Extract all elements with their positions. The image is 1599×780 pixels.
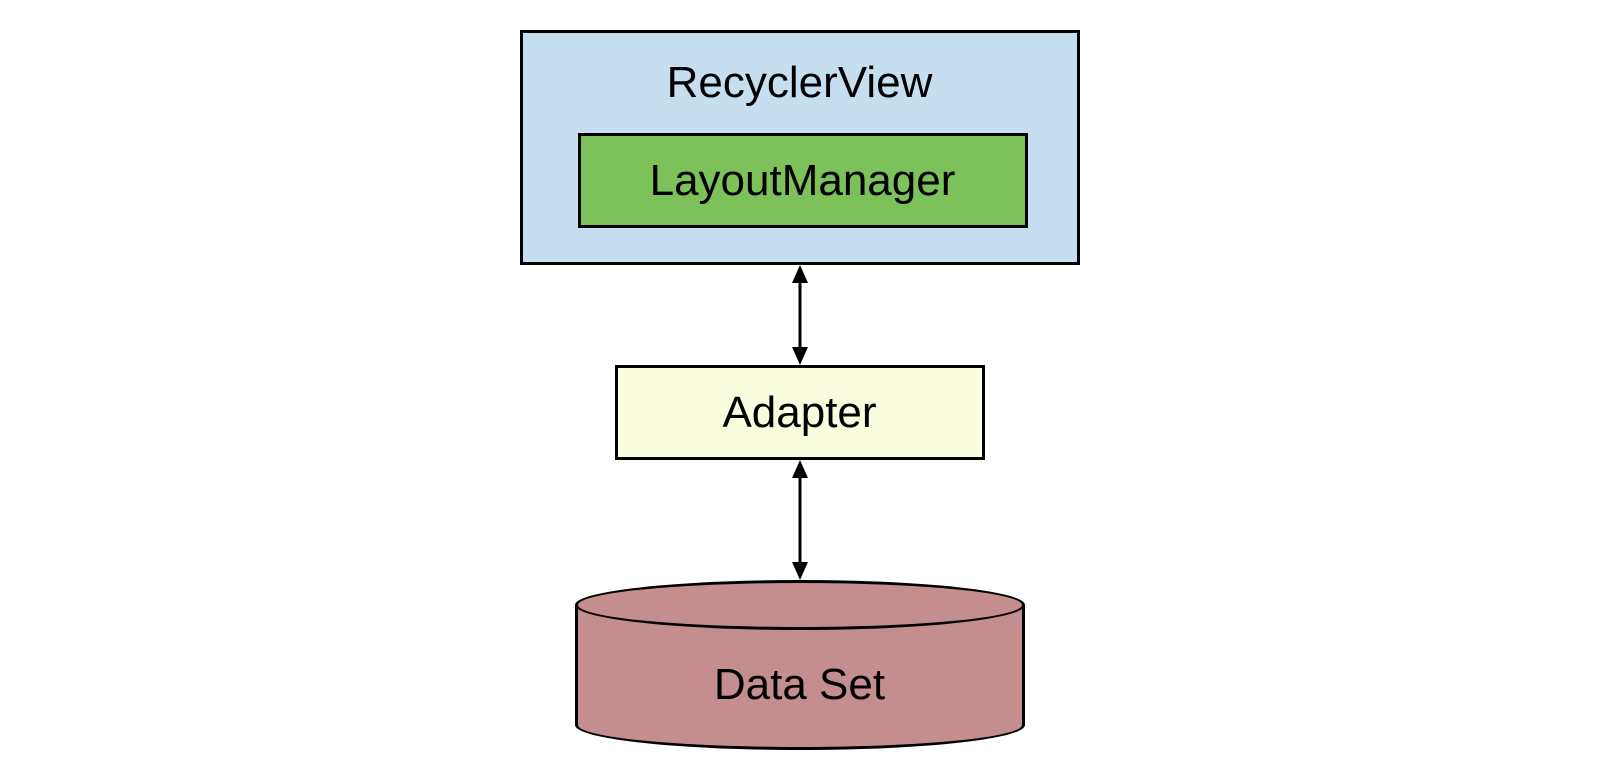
arrow-adapter-dataset bbox=[785, 460, 815, 580]
cylinder-top bbox=[575, 580, 1025, 630]
layoutmanager-label: LayoutManager bbox=[650, 156, 956, 206]
adapter-label: Adapter bbox=[722, 388, 876, 438]
dataset-cylinder: Data Set bbox=[575, 580, 1025, 750]
layoutmanager-box: LayoutManager bbox=[578, 133, 1028, 228]
dataset-label: Data Set bbox=[575, 660, 1025, 710]
arrow-recyclerview-adapter bbox=[785, 265, 815, 365]
recyclerview-label: RecyclerView bbox=[523, 58, 1077, 108]
adapter-box: Adapter bbox=[615, 365, 985, 460]
recyclerview-container: RecyclerView LayoutManager bbox=[520, 30, 1080, 265]
architecture-diagram: RecyclerView LayoutManager Adapter Data … bbox=[520, 30, 1080, 750]
